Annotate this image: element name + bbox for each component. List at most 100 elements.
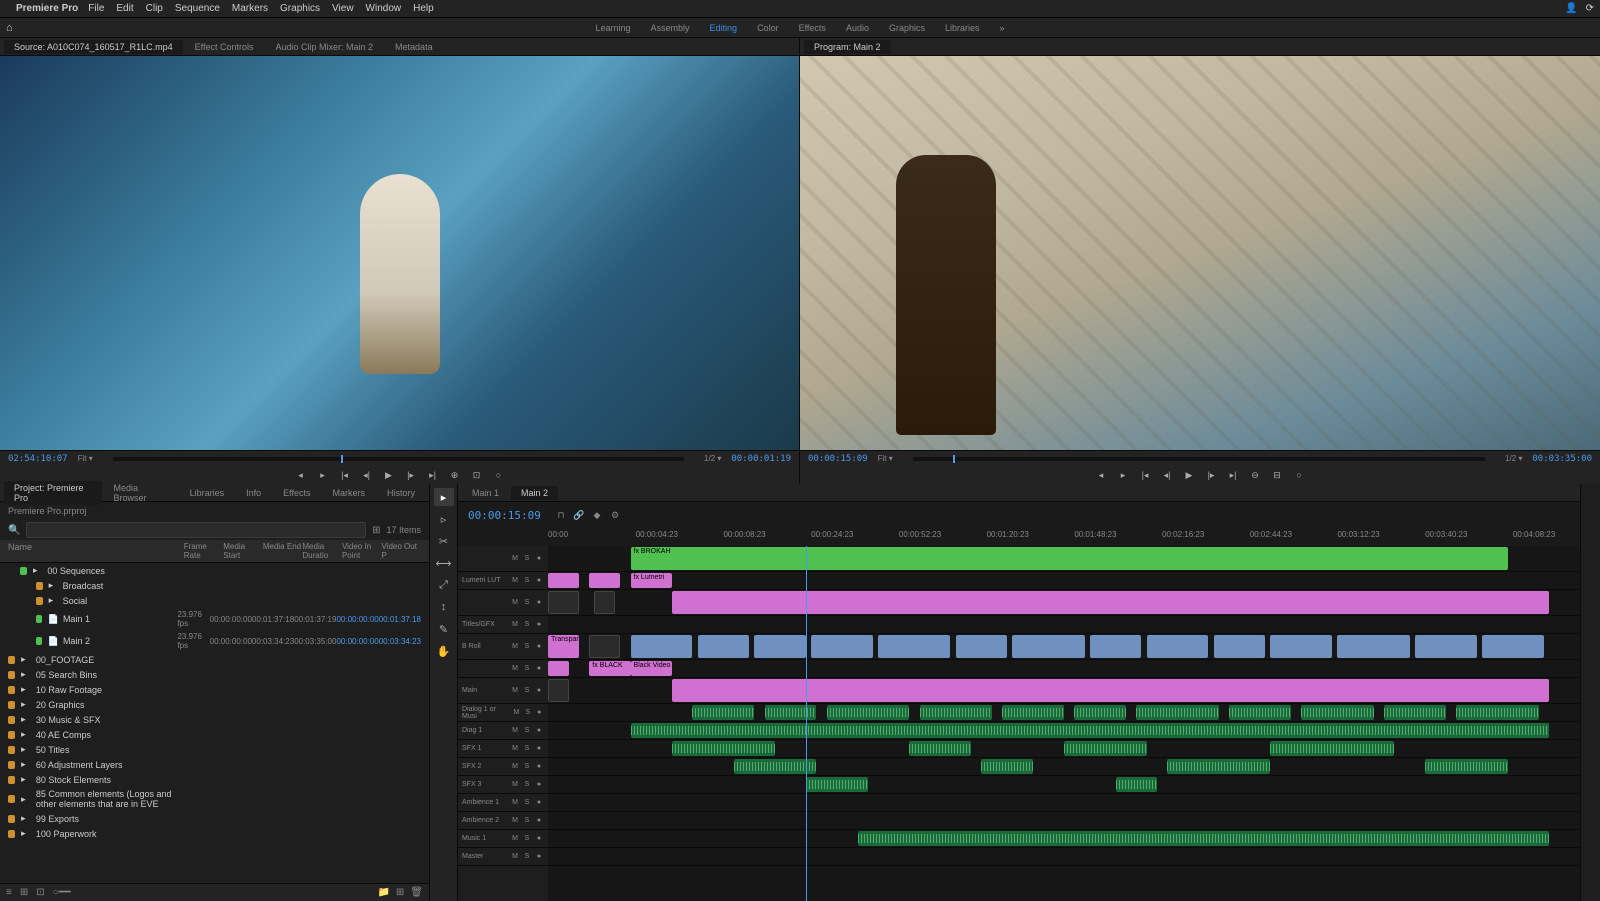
clip[interactable]: [878, 635, 950, 658]
track[interactable]: Transparent: [548, 634, 1580, 660]
tab-markers[interactable]: Markers: [322, 486, 375, 500]
btn-go-out[interactable]: ▸|: [425, 468, 441, 482]
btn-step-back[interactable]: ◂|: [359, 468, 375, 482]
track[interactable]: [548, 704, 1580, 722]
clip[interactable]: [754, 635, 806, 658]
clip[interactable]: fx BLACK: [589, 661, 630, 676]
clip[interactable]: [1074, 705, 1126, 720]
project-search-input[interactable]: [26, 522, 366, 538]
menu-view[interactable]: View: [332, 3, 354, 14]
pbtn-mark-in[interactable]: ◂: [1093, 468, 1109, 482]
clip[interactable]: [909, 741, 971, 756]
ws-assembly[interactable]: Assembly: [651, 23, 690, 33]
clip[interactable]: [631, 635, 693, 658]
project-row[interactable]: ▸85 Common elements (Logos and other ele…: [0, 787, 429, 811]
project-row[interactable]: ▸80 Stock Elements: [0, 772, 429, 787]
project-row[interactable]: ▸50 Titles: [0, 742, 429, 757]
clip[interactable]: [1064, 741, 1147, 756]
freeform-icon[interactable]: ⊡: [36, 887, 44, 898]
ws-color[interactable]: Color: [757, 23, 779, 33]
menu-window[interactable]: Window: [366, 3, 402, 14]
program-monitor[interactable]: [800, 56, 1600, 450]
project-row[interactable]: ▸99 Exports: [0, 811, 429, 826]
ws-more[interactable]: »: [1000, 23, 1005, 33]
clip[interactable]: [806, 777, 868, 792]
clip[interactable]: [1116, 777, 1157, 792]
menu-graphics[interactable]: Graphics: [280, 3, 320, 14]
track-header[interactable]: MS●: [458, 660, 548, 678]
clip[interactable]: fx Lumetri: [631, 573, 672, 588]
clip[interactable]: [1136, 705, 1219, 720]
tool-hand[interactable]: ✎: [434, 620, 454, 638]
clip[interactable]: [827, 705, 910, 720]
clip[interactable]: Black Video: [631, 661, 672, 676]
new-bin-icon[interactable]: 📁: [377, 887, 389, 898]
trash-icon[interactable]: 🗑: [410, 887, 423, 898]
clip[interactable]: [698, 635, 750, 658]
clip[interactable]: [548, 573, 579, 588]
clip[interactable]: fx BROKAH: [631, 547, 1508, 570]
col-video-in[interactable]: Video In Point: [342, 542, 382, 560]
menu-clip[interactable]: Clip: [146, 3, 163, 14]
clip[interactable]: [672, 679, 1549, 702]
clip[interactable]: [1002, 705, 1064, 720]
tool-pen[interactable]: ↕: [434, 598, 454, 616]
clip[interactable]: [548, 679, 569, 702]
clip[interactable]: [589, 573, 620, 588]
track[interactable]: fx BLACKBlack Video: [548, 660, 1580, 678]
btn-mark-in[interactable]: ◂: [293, 468, 309, 482]
clip[interactable]: [1301, 705, 1373, 720]
pbtn-step-fwd[interactable]: |▸: [1203, 468, 1219, 482]
menu-help[interactable]: Help: [413, 3, 434, 14]
track-header[interactable]: Lumetri LUTMS●: [458, 572, 548, 590]
home-icon[interactable]: ⌂: [6, 22, 13, 34]
program-tc-left[interactable]: 00:00:15:09: [808, 454, 868, 464]
pbtn-go-in[interactable]: |◂: [1137, 468, 1153, 482]
col-name[interactable]: Name: [8, 542, 184, 560]
pbtn-step-back[interactable]: ◂|: [1159, 468, 1175, 482]
clip[interactable]: [1425, 759, 1508, 774]
ws-learning[interactable]: Learning: [595, 23, 630, 33]
project-row[interactable]: ▸20 Graphics: [0, 697, 429, 712]
clip[interactable]: [548, 661, 569, 676]
track[interactable]: [548, 678, 1580, 704]
track-header[interactable]: Titles/GFXMS●: [458, 616, 548, 634]
ws-graphics[interactable]: Graphics: [889, 23, 925, 33]
source-monitor[interactable]: [0, 56, 799, 450]
clip[interactable]: [548, 591, 579, 614]
source-tc-right[interactable]: 00:00:01:19: [731, 454, 791, 464]
clip[interactable]: [631, 723, 1549, 738]
tab-program[interactable]: Program: Main 2: [804, 40, 891, 54]
clip[interactable]: [1384, 705, 1446, 720]
clip[interactable]: [1147, 635, 1209, 658]
track[interactable]: fx Lumetri: [548, 572, 1580, 590]
btn-insert[interactable]: ⊕: [447, 468, 463, 482]
clip[interactable]: [692, 705, 754, 720]
clip[interactable]: [1482, 635, 1544, 658]
list-view-icon[interactable]: ≡: [6, 887, 12, 898]
track[interactable]: [548, 848, 1580, 866]
project-list[interactable]: ▸00 Sequences▸Broadcast▸Social📄Main 123.…: [0, 563, 429, 883]
tab-media-browser[interactable]: Media Browser: [104, 481, 178, 505]
btn-go-in[interactable]: |◂: [337, 468, 353, 482]
tool-slip[interactable]: ⤢: [434, 576, 454, 594]
track[interactable]: [548, 830, 1580, 848]
clip[interactable]: [1270, 741, 1394, 756]
pbtn-extract[interactable]: ⊟: [1269, 468, 1285, 482]
clip[interactable]: [672, 591, 1549, 614]
btn-overwrite[interactable]: ⊡: [469, 468, 485, 482]
filter-icon[interactable]: ⊞: [372, 525, 380, 536]
track-header[interactable]: MS●: [458, 590, 548, 616]
user-icon[interactable]: 👤: [1565, 3, 1577, 14]
timeline-timecode[interactable]: 00:00:15:09: [458, 509, 548, 522]
track-header[interactable]: MainMS●: [458, 678, 548, 704]
track-header[interactable]: SFX 2MS●: [458, 758, 548, 776]
track-header[interactable]: Ambience 2MS●: [458, 812, 548, 830]
clip[interactable]: [956, 635, 1008, 658]
tab-source[interactable]: Source: A010C074_160517_R1LC.mp4: [4, 40, 183, 54]
btn-play[interactable]: ▶: [381, 468, 397, 482]
timeline-ruler[interactable]: 00:0000:00:04:2300:00:08:2300:00:24:2300…: [548, 528, 1580, 546]
clip[interactable]: [594, 591, 615, 614]
clip[interactable]: [589, 635, 620, 658]
program-scrubber[interactable]: [913, 457, 1485, 461]
